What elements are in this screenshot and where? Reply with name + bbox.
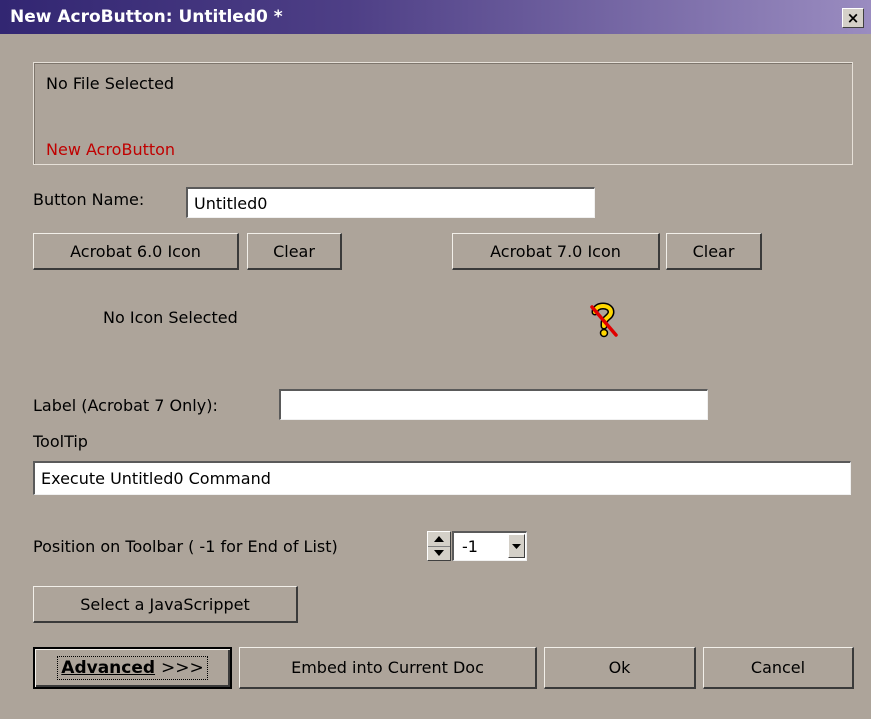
- position-value: -1: [462, 537, 478, 556]
- advanced-arrows: >>>: [160, 658, 204, 678]
- title-bar: New AcroButton: Untitled0 * ×: [0, 0, 871, 34]
- acrobat6-icon-status: No Icon Selected: [103, 308, 238, 327]
- advanced-button-text: Advanced: [61, 658, 156, 678]
- spinner-up-icon[interactable]: [428, 532, 450, 547]
- cancel-button[interactable]: Cancel: [703, 647, 854, 689]
- clear-acrobat7-icon-button[interactable]: Clear: [666, 233, 762, 270]
- label-acrobat7-label: Label (Acrobat 7 Only):: [33, 396, 218, 415]
- file-info-panel: No File Selected New AcroButton: [33, 62, 853, 165]
- clear-acrobat7-icon-button-label: Clear: [692, 241, 735, 261]
- clear-acrobat6-icon-button-label: Clear: [273, 241, 315, 261]
- cancel-button-label: Cancel: [750, 658, 806, 677]
- acrobat7-icon-button[interactable]: Acrobat 7.0 Icon: [452, 233, 660, 270]
- close-icon: ×: [846, 8, 860, 27]
- file-status-text: No File Selected: [46, 74, 175, 93]
- ok-button[interactable]: Ok: [544, 647, 696, 689]
- advanced-button-label: Advanced >>>: [57, 656, 208, 680]
- tooltip-label: ToolTip: [33, 432, 88, 451]
- window-title: New AcroButton: Untitled0 *: [10, 7, 283, 27]
- position-label: Position on Toolbar ( -1 for End of List…: [33, 537, 338, 556]
- acrobat6-icon-button[interactable]: Acrobat 6.0 Icon: [33, 233, 239, 270]
- select-javascrippet-button[interactable]: Select a JavaScrippet: [33, 586, 298, 623]
- ok-button-label: Ok: [608, 658, 631, 677]
- spinner-down-icon[interactable]: [428, 546, 450, 560]
- chevron-down-icon[interactable]: [508, 534, 525, 558]
- button-caption-text: New AcroButton: [46, 140, 176, 159]
- missing-icon-question-mark-icon: [583, 299, 623, 339]
- label-acrobat7-input[interactable]: [279, 389, 708, 420]
- advanced-button[interactable]: Advanced >>>: [33, 647, 232, 689]
- button-name-input[interactable]: [186, 187, 595, 218]
- position-spinner[interactable]: [427, 531, 451, 561]
- clear-acrobat6-icon-button[interactable]: Clear: [247, 233, 342, 270]
- position-dropdown[interactable]: -1: [452, 531, 527, 561]
- embed-button-label: Embed into Current Doc: [291, 658, 484, 677]
- acrobat7-icon-button-label: Acrobat 7.0 Icon: [490, 241, 621, 261]
- select-javascrippet-label: Select a JavaScrippet: [80, 594, 250, 614]
- button-name-label: Button Name:: [33, 190, 145, 209]
- tooltip-input[interactable]: [33, 461, 851, 495]
- close-button[interactable]: ×: [842, 8, 864, 28]
- embed-into-current-doc-button[interactable]: Embed into Current Doc: [239, 647, 537, 689]
- acrobat6-icon-button-label: Acrobat 6.0 Icon: [70, 241, 201, 261]
